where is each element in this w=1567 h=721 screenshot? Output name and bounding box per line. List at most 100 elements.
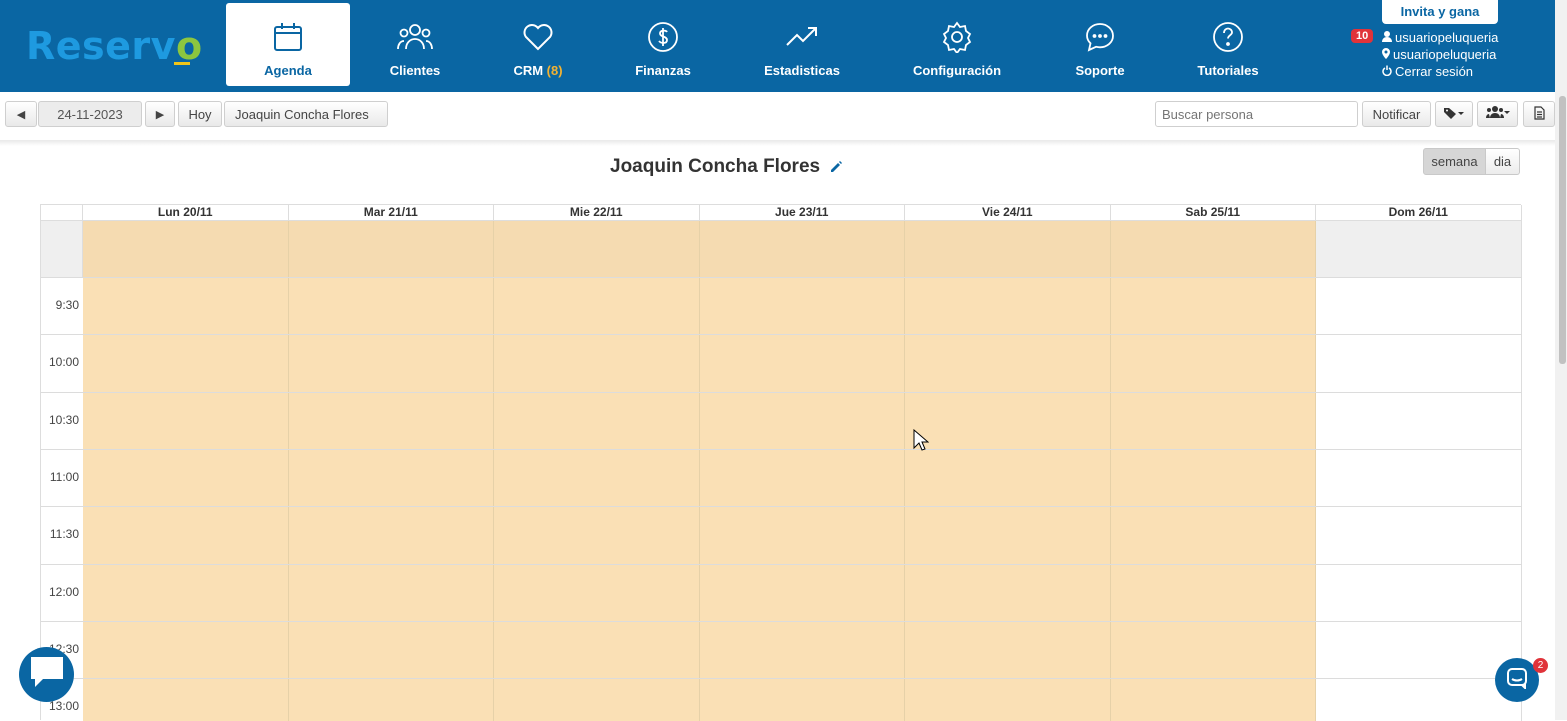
nav-clientes[interactable]: Clientes bbox=[370, 3, 460, 86]
day-header[interactable]: Jue 23/11 bbox=[699, 205, 905, 221]
nav-finanzas-label: Finanzas bbox=[635, 63, 691, 78]
username: usuariopeluqueria bbox=[1395, 30, 1499, 45]
all-day-gutter bbox=[41, 221, 83, 277]
day-column[interactable] bbox=[288, 277, 494, 721]
time-label: 10:30 bbox=[48, 412, 79, 427]
intercom-icon bbox=[1506, 667, 1528, 694]
prev-date-button[interactable]: ◀ bbox=[5, 101, 37, 127]
date-field[interactable]: 24-11-2023 bbox=[38, 101, 142, 127]
trending-up-icon bbox=[784, 19, 820, 55]
logo-underline bbox=[174, 62, 190, 65]
nav-configuracion[interactable]: Configuración bbox=[907, 3, 1007, 86]
time-label: 11:00 bbox=[49, 469, 79, 484]
day-column[interactable] bbox=[83, 277, 289, 721]
notification-badge[interactable]: 10 bbox=[1351, 29, 1374, 43]
chat-widget-button[interactable] bbox=[19, 647, 74, 702]
nav-soporte-label: Soporte bbox=[1075, 63, 1125, 78]
day-header[interactable]: Dom 26/11 bbox=[1316, 205, 1522, 221]
time-label: 9:30 bbox=[55, 298, 79, 312]
slot-divider bbox=[41, 391, 1522, 393]
user-info: usuariopeluqueria usuariopeluqueria Cerr… bbox=[1382, 29, 1498, 80]
slot-divider bbox=[41, 620, 1522, 622]
notify-button[interactable]: Notificar bbox=[1362, 101, 1431, 127]
slot-divider bbox=[41, 563, 1522, 565]
day-column[interactable] bbox=[699, 277, 905, 721]
professional-selector[interactable]: Joaquin Concha Flores bbox=[224, 101, 388, 127]
time-label: 12:00 bbox=[48, 584, 79, 599]
report-button[interactable] bbox=[1523, 101, 1555, 127]
mouse-cursor bbox=[913, 428, 930, 458]
group-icon bbox=[1485, 106, 1510, 122]
tags-dropdown-button[interactable] bbox=[1435, 101, 1473, 127]
day-header[interactable]: Lun 20/11 bbox=[83, 205, 289, 221]
next-date-button[interactable]: ▶ bbox=[145, 101, 175, 127]
dollar-icon bbox=[645, 19, 681, 55]
calendar-title: Joaquin Concha Flores bbox=[610, 156, 821, 177]
nav-configuracion-label: Configuración bbox=[912, 63, 1002, 78]
nav-tutoriales[interactable]: Tutoriales bbox=[1192, 3, 1264, 86]
crm-count: (8) bbox=[546, 63, 563, 78]
nav-tutoriales-label: Tutoriales bbox=[1197, 63, 1259, 78]
logout-link[interactable]: Cerrar sesión bbox=[1382, 63, 1498, 80]
chat-bubble-icon bbox=[1082, 19, 1118, 55]
power-icon bbox=[1382, 63, 1392, 80]
location-name: usuariopeluqueria bbox=[1393, 47, 1497, 62]
all-day-slot[interactable] bbox=[288, 221, 494, 277]
all-day-slot[interactable] bbox=[699, 221, 905, 277]
day-column[interactable] bbox=[1110, 277, 1316, 721]
nav-estadisticas[interactable]: Estadisticas bbox=[757, 3, 847, 86]
all-day-slot[interactable] bbox=[1110, 221, 1316, 277]
time-label: 10:00 bbox=[48, 355, 79, 370]
time-gutter-header bbox=[41, 205, 83, 221]
nav-estadisticas-label: Estadisticas bbox=[764, 63, 840, 78]
day-column[interactable] bbox=[1316, 277, 1522, 721]
toolbar-divider bbox=[0, 140, 1555, 146]
invite-button[interactable]: Invita y gana bbox=[1382, 0, 1498, 24]
slot-divider bbox=[41, 678, 1522, 680]
week-calendar: Lun 20/11 Mar 21/11 Mie 22/11 Jue 23/11 Vie … bbox=[40, 204, 1522, 721]
slot-divider bbox=[41, 506, 1522, 508]
slot-divider bbox=[41, 277, 1522, 278]
nav-agenda-label: Agenda bbox=[264, 63, 312, 78]
pencil-icon[interactable] bbox=[830, 160, 843, 178]
all-day-slot[interactable] bbox=[494, 221, 700, 277]
day-header[interactable]: Vie 24/11 bbox=[905, 205, 1111, 221]
group-dropdown-button[interactable] bbox=[1477, 101, 1518, 127]
document-icon bbox=[1533, 105, 1545, 123]
time-label: 11:30 bbox=[49, 527, 79, 542]
map-pin-icon bbox=[1382, 46, 1390, 63]
heart-icon bbox=[520, 19, 556, 55]
scrollbar-thumb[interactable] bbox=[1559, 96, 1566, 364]
day-column[interactable] bbox=[905, 277, 1111, 721]
top-navbar: Reservo Agenda Clientes CRM (8) Finanzas… bbox=[0, 0, 1567, 92]
nav-crm-label: CRM (8) bbox=[513, 63, 563, 78]
nav-crm[interactable]: CRM (8) bbox=[498, 3, 578, 86]
day-header[interactable]: Sab 25/11 bbox=[1110, 205, 1316, 221]
slot-divider bbox=[41, 334, 1522, 336]
logout-label: Cerrar sesión bbox=[1395, 64, 1474, 79]
nav-finanzas[interactable]: Finanzas bbox=[623, 3, 703, 86]
nav-agenda[interactable]: Agenda bbox=[226, 3, 350, 86]
day-header[interactable]: Mar 21/11 bbox=[288, 205, 494, 221]
all-day-slot[interactable] bbox=[905, 221, 1111, 277]
view-day-button[interactable]: dia bbox=[1486, 148, 1520, 175]
nav-clientes-label: Clientes bbox=[389, 63, 441, 78]
day-column[interactable] bbox=[494, 277, 700, 721]
tag-icon bbox=[1444, 107, 1464, 122]
user-icon bbox=[1382, 29, 1392, 46]
calendar-icon bbox=[270, 19, 306, 55]
user-row[interactable]: usuariopeluqueria bbox=[1382, 29, 1498, 46]
users-icon bbox=[397, 19, 433, 55]
search-person-input[interactable] bbox=[1155, 101, 1358, 127]
nav-soporte[interactable]: Soporte bbox=[1065, 3, 1135, 86]
view-week-button[interactable]: semana bbox=[1423, 148, 1486, 175]
chat-unread-badge: 2 bbox=[1533, 658, 1548, 673]
location-row[interactable]: usuariopeluqueria bbox=[1382, 46, 1498, 63]
gear-icon bbox=[939, 19, 975, 55]
all-day-slot[interactable] bbox=[1316, 221, 1522, 277]
today-button[interactable]: Hoy bbox=[178, 101, 222, 127]
all-day-slot[interactable] bbox=[83, 221, 289, 277]
slot-divider bbox=[41, 448, 1522, 450]
day-header[interactable]: Mie 22/11 bbox=[494, 205, 700, 221]
question-icon bbox=[1210, 19, 1246, 55]
